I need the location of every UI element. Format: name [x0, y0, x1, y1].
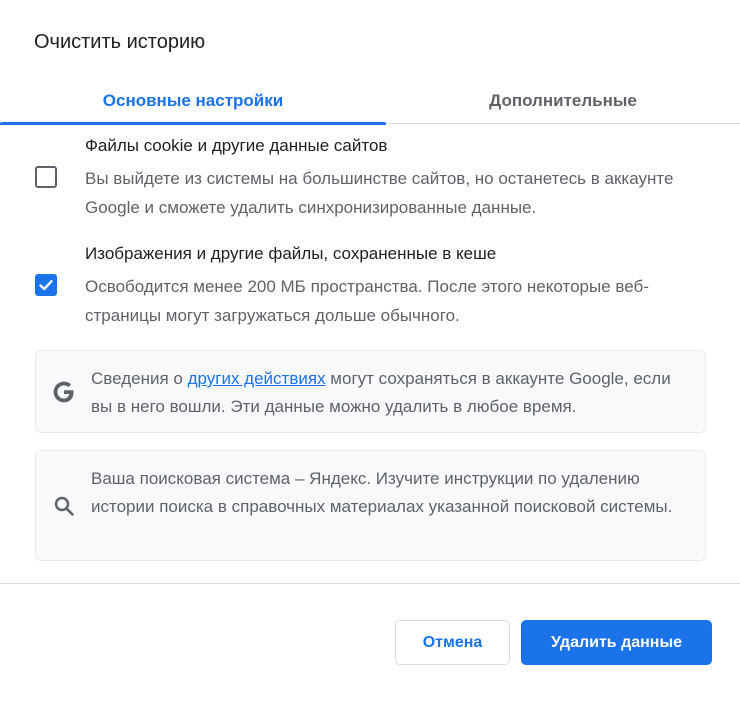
option-cookies-title: Файлы cookie и другие данные сайтов	[85, 136, 388, 155]
tab-basic-settings[interactable]: Основные настройки	[0, 78, 386, 125]
search-engine-info: Ваша поисковая система – Яндекс. Изучите…	[35, 450, 706, 561]
checkmark-icon	[39, 280, 53, 291]
option-cache-title: Изображения и другие файлы, сохраненные …	[85, 244, 497, 263]
cancel-button[interactable]: Отмена	[395, 620, 510, 665]
search-engine-text: Ваша поисковая система – Яндекс. Изучите…	[91, 469, 673, 516]
google-activity-text: Сведения о других действиях могут сохран…	[91, 365, 691, 421]
dialog-title: Очистить историю	[34, 31, 206, 53]
footer-divider	[0, 583, 740, 584]
google-g-icon	[51, 379, 77, 405]
tab-advanced[interactable]: Дополнительные	[386, 78, 740, 124]
cookies-checkbox[interactable]	[35, 166, 57, 188]
search-icon	[51, 493, 77, 519]
other-activity-link[interactable]: других действиях	[188, 369, 326, 388]
google-activity-text-before: Сведения о	[91, 369, 188, 388]
option-cache-description: Освободится менее 200 МБ пространства. П…	[85, 277, 649, 325]
cache-checkbox[interactable]	[35, 274, 57, 296]
google-activity-info: Сведения о других действиях могут сохран…	[35, 350, 706, 433]
option-cookies-description: Вы выйдете из системы на большинстве сай…	[85, 169, 674, 217]
tab-bar: Основные настройки Дополнительные	[0, 78, 740, 125]
delete-data-button[interactable]: Удалить данные	[521, 620, 712, 665]
